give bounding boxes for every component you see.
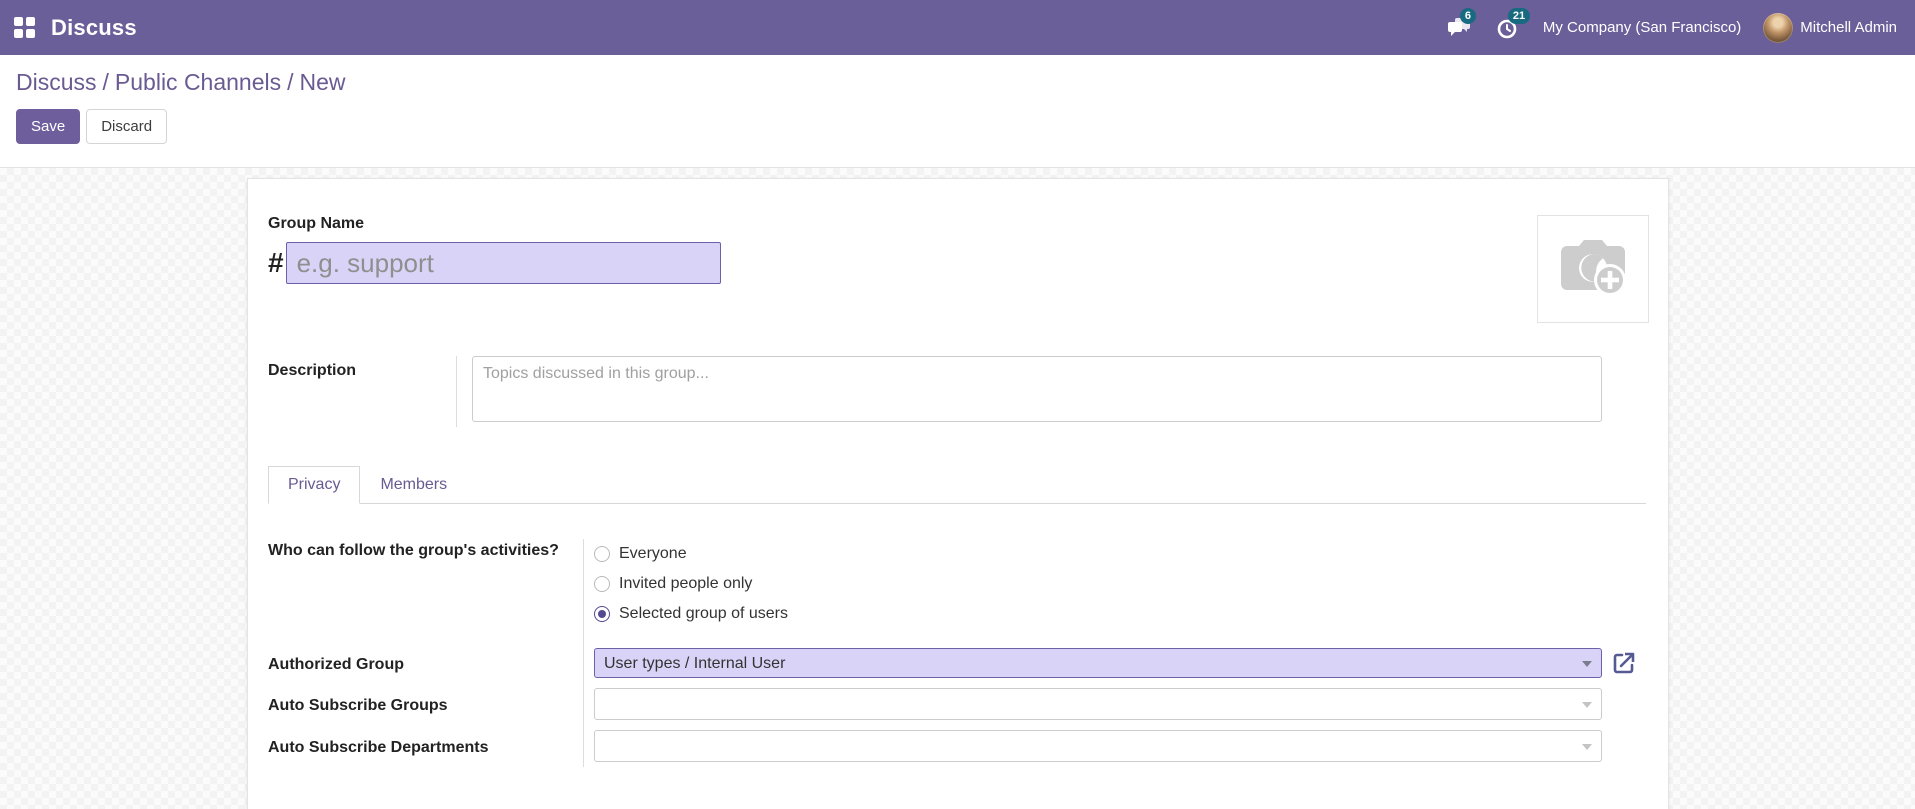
tab-members[interactable]: Members	[360, 466, 467, 504]
dropdown-caret-icon	[1582, 744, 1592, 750]
auto-subscribe-departments-select[interactable]	[594, 730, 1602, 762]
description-textarea[interactable]	[472, 356, 1602, 422]
content-area: Group Name # Description Privacy Members…	[0, 168, 1915, 809]
activities-icon[interactable]: 21	[1495, 16, 1521, 40]
dropdown-caret-icon	[1582, 702, 1592, 708]
camera-plus-icon	[1557, 238, 1629, 300]
top-navbar: Discuss 6 21 My Company (San Francisco) …	[0, 0, 1915, 55]
auto-subscribe-groups-select[interactable]	[594, 688, 1602, 720]
follow-question-label: Who can follow the group's activities?	[268, 542, 559, 559]
group-name-input[interactable]	[286, 242, 721, 284]
user-avatar	[1763, 13, 1793, 43]
messages-badge: 6	[1460, 8, 1476, 24]
radio-everyone-circle[interactable]	[594, 546, 610, 562]
radio-selected-group-circle[interactable]	[594, 606, 610, 622]
breadcrumb: Discuss/Public Channels/New	[16, 69, 1899, 96]
privacy-tab-content: Who can follow the group's activities? E…	[268, 539, 1646, 767]
authorized-group-select[interactable]: User types / Internal User	[594, 648, 1602, 678]
radio-invited-people-only[interactable]: Invited people only	[594, 569, 1646, 599]
radio-everyone[interactable]: Everyone	[594, 539, 1646, 569]
group-name-label: Group Name	[268, 215, 1646, 233]
discard-button[interactable]: Discard	[86, 109, 167, 144]
external-link-icon[interactable]	[1611, 650, 1637, 676]
breadcrumb-current: New	[300, 69, 346, 95]
radio-selected-group-of-users[interactable]: Selected group of users	[594, 599, 1646, 629]
description-label: Description	[268, 362, 356, 379]
breadcrumb-separator: /	[281, 69, 299, 95]
hash-prefix: #	[268, 247, 284, 279]
form-sheet: Group Name # Description Privacy Members…	[247, 178, 1669, 809]
user-name: Mitchell Admin	[1800, 19, 1897, 36]
tab-privacy[interactable]: Privacy	[268, 466, 360, 504]
dropdown-caret-icon	[1582, 661, 1592, 667]
app-name[interactable]: Discuss	[51, 15, 137, 41]
channel-image-uploader[interactable]	[1537, 215, 1649, 323]
authorized-group-value: User types / Internal User	[595, 649, 1601, 678]
breadcrumb-public-channels[interactable]: Public Channels	[115, 69, 281, 95]
authorized-group-label: Authorized Group	[268, 656, 404, 674]
notebook-tabs: Privacy Members	[268, 466, 1646, 504]
auto-subscribe-groups-label: Auto Subscribe Groups	[268, 697, 448, 715]
apps-menu-icon[interactable]	[14, 17, 35, 38]
radio-invited-circle[interactable]	[594, 576, 610, 592]
save-button[interactable]: Save	[16, 109, 80, 144]
breadcrumb-separator: /	[97, 69, 115, 95]
user-menu[interactable]: Mitchell Admin	[1763, 13, 1897, 43]
breadcrumb-discuss[interactable]: Discuss	[16, 69, 97, 95]
messages-icon[interactable]: 6	[1447, 16, 1473, 40]
activities-badge: 21	[1508, 8, 1530, 24]
control-panel: Discuss/Public Channels/New Save Discard	[0, 55, 1915, 168]
auto-subscribe-departments-label: Auto Subscribe Departments	[268, 739, 488, 757]
company-switcher[interactable]: My Company (San Francisco)	[1543, 19, 1741, 36]
